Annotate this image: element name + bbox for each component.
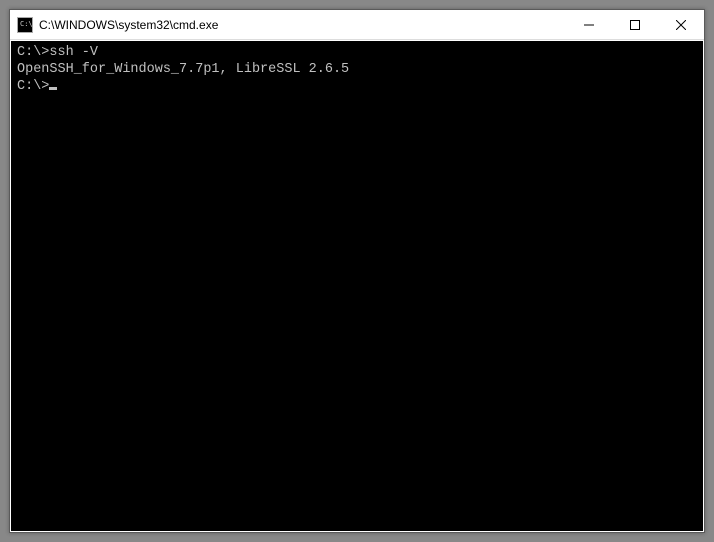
cursor xyxy=(49,87,57,90)
terminal-prompt-line: C:\> xyxy=(17,79,697,96)
svg-text:C:\: C:\ xyxy=(20,20,33,28)
maximize-button[interactable] xyxy=(612,10,658,39)
titlebar[interactable]: C:\ C:\WINDOWS\system32\cmd.exe xyxy=(10,10,704,40)
terminal-line: C:\>ssh -V xyxy=(17,45,697,62)
minimize-button[interactable] xyxy=(566,10,612,39)
cmd-icon: C:\ xyxy=(17,17,33,33)
close-button[interactable] xyxy=(658,10,704,39)
window-title: C:\WINDOWS\system32\cmd.exe xyxy=(39,18,566,32)
terminal-prompt: C:\> xyxy=(17,79,49,94)
cmd-window: C:\ C:\WINDOWS\system32\cmd.exe C:\>ssh … xyxy=(9,9,705,533)
terminal-line: OpenSSH_for_Windows_7.7p1, LibreSSL 2.6.… xyxy=(17,62,697,79)
window-controls xyxy=(566,10,704,39)
terminal-area[interactable]: C:\>ssh -VOpenSSH_for_Windows_7.7p1, Lib… xyxy=(11,41,703,531)
